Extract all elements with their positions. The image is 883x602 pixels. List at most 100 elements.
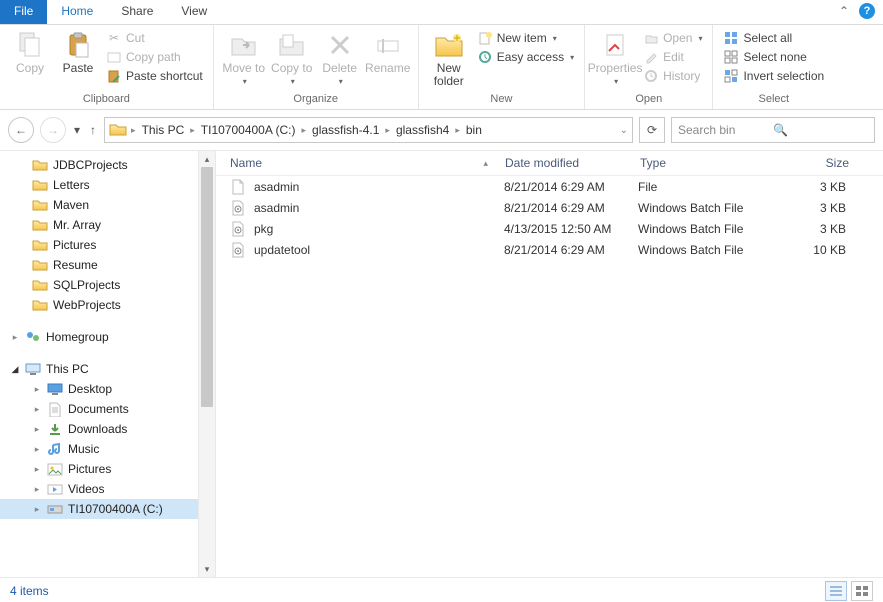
group-label-select: Select	[719, 93, 828, 109]
tab-home[interactable]: Home	[47, 0, 107, 24]
crumb-folder[interactable]: bin	[462, 123, 486, 137]
nav-pc-item[interactable]: ▸ Desktop	[0, 379, 215, 399]
col-name[interactable]: Name▴	[216, 156, 497, 170]
main: JDBCProjectsLettersMavenMr. Array Picture…	[0, 151, 883, 577]
file-row[interactable]: asadmin8/21/2014 6:29 AMFile3 KB	[216, 176, 883, 197]
nav-folder[interactable]: SQLProjects	[0, 275, 215, 295]
scroll-down-icon[interactable]: ▾	[199, 561, 215, 577]
select-none-button[interactable]: Select none	[719, 48, 828, 66]
scrollbar[interactable]: ▴ ▾	[198, 151, 215, 577]
select-all-button[interactable]: Select all	[719, 29, 828, 47]
collapse-icon[interactable]: ◢	[10, 364, 20, 375]
scroll-thumb[interactable]	[201, 167, 213, 407]
status-bar: 4 items	[0, 577, 883, 602]
tab-file[interactable]: File	[0, 0, 47, 24]
paste-button[interactable]: Paste	[54, 27, 102, 75]
chevron-right-icon[interactable]: ▸	[453, 125, 462, 136]
recent-locations-button[interactable]: ▾	[72, 123, 82, 137]
cut-button[interactable]: ✂Cut	[102, 29, 207, 47]
file-row[interactable]: pkg4/13/2015 12:50 AMWindows Batch File3…	[216, 218, 883, 239]
delete-icon	[324, 29, 356, 61]
help-icon[interactable]: ?	[859, 3, 875, 19]
col-type[interactable]: Type	[632, 156, 765, 170]
expand-icon[interactable]: ▸	[32, 484, 42, 495]
chevron-right-icon[interactable]: ▸	[188, 125, 197, 136]
library-icon	[47, 401, 63, 417]
chevron-right-icon[interactable]: ▸	[300, 125, 309, 136]
expand-icon[interactable]: ▸	[32, 464, 42, 475]
edit-button[interactable]: Edit	[639, 48, 706, 66]
new-folder-button[interactable]: New folder	[425, 27, 473, 88]
chevron-right-icon[interactable]: ▸	[383, 125, 392, 136]
file-name: asadmin	[254, 180, 299, 194]
group-organize: Move to▾ Copy to▾ Delete▾ Rename Organiz…	[214, 25, 419, 109]
chevron-down-icon[interactable]: ⌄	[618, 125, 630, 136]
move-to-button[interactable]: Move to▾	[220, 27, 268, 88]
invert-selection-button[interactable]: Invert selection	[719, 67, 828, 85]
col-size[interactable]: Size	[765, 156, 858, 170]
chevron-right-icon[interactable]: ▸	[129, 125, 138, 136]
back-button[interactable]: ←	[8, 117, 34, 143]
delete-button[interactable]: Delete▾	[316, 27, 364, 88]
refresh-button[interactable]: ⟳	[639, 117, 665, 143]
nav-pc-item[interactable]: ▸Downloads	[0, 419, 215, 439]
expand-icon[interactable]: ▸	[10, 332, 20, 343]
expand-icon[interactable]: ▸	[32, 384, 42, 395]
icons-view-button[interactable]	[851, 581, 873, 601]
nav-folder[interactable]: JDBCProjects	[0, 155, 215, 175]
nav-pc-item-label: Desktop	[68, 382, 112, 396]
search-input[interactable]: Search bin🔍	[671, 117, 875, 143]
nav-folder[interactable]: Maven	[0, 195, 215, 215]
nav-pc-item[interactable]: ▸Documents	[0, 399, 215, 419]
file-name: updatetool	[254, 243, 310, 257]
file-row[interactable]: updatetool8/21/2014 6:29 AMWindows Batch…	[216, 239, 883, 260]
nav-drive[interactable]: ▸TI10700400A (C:)	[0, 499, 215, 519]
drive-icon	[47, 501, 63, 517]
file-row[interactable]: asadmin8/21/2014 6:29 AMWindows Batch Fi…	[216, 197, 883, 218]
nav-homegroup[interactable]: ▸Homegroup	[0, 327, 215, 347]
breadcrumb[interactable]: ▸ This PC▸ TI10700400A (C:)▸ glassfish-4…	[104, 117, 633, 143]
move-to-icon	[228, 29, 260, 61]
copy-button[interactable]: Copy	[6, 27, 54, 75]
nav-folder[interactable]: Letters	[0, 175, 215, 195]
easy-access-button[interactable]: Easy access▾	[473, 48, 578, 66]
col-date[interactable]: Date modified	[497, 156, 632, 170]
expand-icon[interactable]: ▸	[32, 504, 42, 515]
up-button[interactable]: ↑	[88, 123, 98, 137]
expand-icon[interactable]: ▸	[32, 404, 42, 415]
open-button[interactable]: Open▾	[639, 29, 706, 47]
crumb-drive[interactable]: TI10700400A (C:)	[197, 123, 300, 137]
nav-pc-item[interactable]: ▸Pictures	[0, 459, 215, 479]
minimize-ribbon-icon[interactable]: ⌃	[833, 0, 855, 24]
scroll-up-icon[interactable]: ▴	[199, 151, 215, 167]
file-list: Name▴ Date modified Type Size asadmin8/2…	[216, 151, 883, 577]
group-open: Properties▾ Open▾ Edit History Open	[585, 25, 713, 109]
tab-share[interactable]: Share	[107, 0, 167, 24]
properties-button[interactable]: Properties▾	[591, 27, 639, 88]
crumb-folder[interactable]: glassfish4	[392, 123, 453, 137]
tab-view[interactable]: View	[167, 0, 221, 24]
nav-pc-item[interactable]: ▸Music	[0, 439, 215, 459]
details-view-button[interactable]	[825, 581, 847, 601]
paste-shortcut-button[interactable]: Paste shortcut	[102, 67, 207, 85]
copy-to-button[interactable]: Copy to▾	[268, 27, 316, 88]
nav-folder[interactable]: Mr. Array	[0, 215, 215, 235]
nav-folder[interactable]: WebProjects	[0, 295, 215, 315]
nav-folder[interactable]: Pictures	[0, 235, 215, 255]
file-type: Windows Batch File	[630, 243, 762, 257]
nav-folder-label: Pictures	[53, 238, 96, 252]
folder-icon	[32, 257, 48, 273]
history-button[interactable]: History	[639, 67, 706, 85]
expand-icon[interactable]: ▸	[32, 444, 42, 455]
nav-pc-item[interactable]: ▸Videos	[0, 479, 215, 499]
nav-folder[interactable]: Resume	[0, 255, 215, 275]
copy-path-button[interactable]: Copy path	[102, 48, 207, 66]
nav-this-pc[interactable]: ◢This PC	[0, 359, 215, 379]
forward-button[interactable]: →	[40, 117, 66, 143]
crumb-this-pc[interactable]: This PC	[138, 123, 189, 137]
expand-icon[interactable]: ▸	[32, 424, 42, 435]
crumb-folder[interactable]: glassfish-4.1	[308, 123, 383, 137]
new-item-button[interactable]: New item▾	[473, 29, 578, 47]
group-select: Select all Select none Invert selection …	[713, 25, 834, 109]
rename-button[interactable]: Rename	[364, 27, 412, 75]
